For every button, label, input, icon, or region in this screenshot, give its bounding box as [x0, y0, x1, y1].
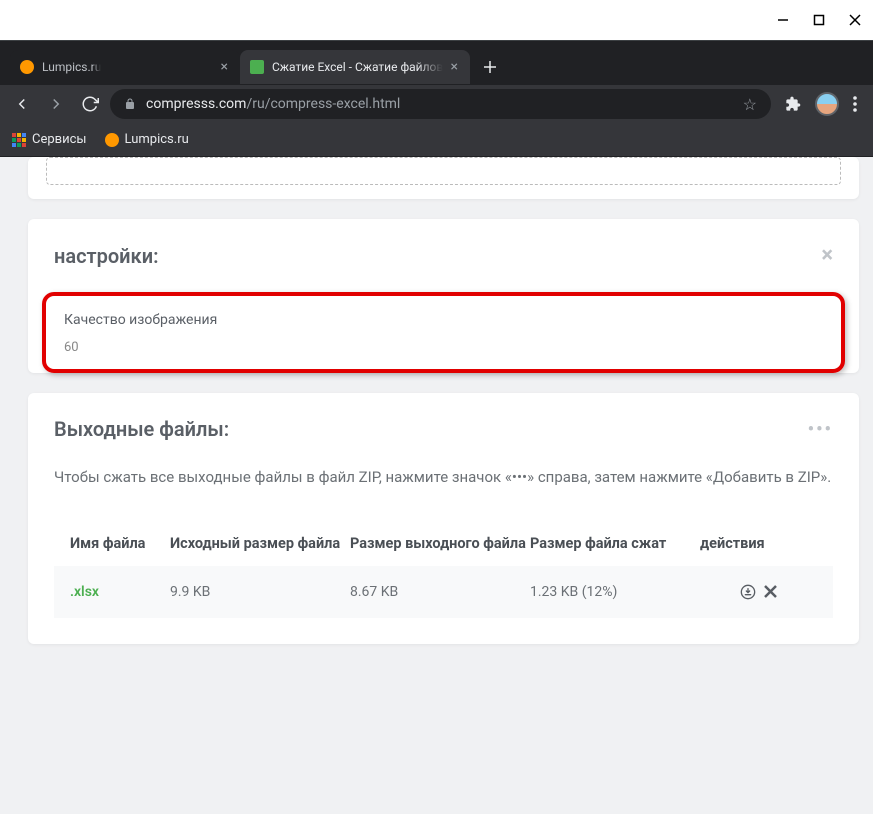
- os-window: Lumpics.ru × Сжатие Excel - Сжатие файло…: [0, 0, 873, 813]
- bookmark-label: Lumpics.ru: [125, 132, 189, 147]
- output-card: Выходные файлы: ••• Чтобы сжать все выхо…: [28, 393, 859, 644]
- page-content[interactable]: настройки: × Качество изображения 60 Вых…: [0, 157, 873, 814]
- tab-title: Сжатие Excel - Сжатие файлов X: [272, 60, 443, 74]
- kebab-menu-icon[interactable]: [853, 96, 857, 112]
- tab-compresss[interactable]: Сжатие Excel - Сжатие файлов X ×: [240, 50, 470, 84]
- close-icon[interactable]: ×: [821, 243, 833, 268]
- th-out-size: Размер выходного файла: [350, 535, 530, 552]
- nav-back-button[interactable]: [8, 90, 36, 118]
- table-header-row: Имя файла Исходный размер файла Размер в…: [54, 521, 833, 566]
- files-table: Имя файла Исходный размер файла Размер в…: [54, 521, 833, 618]
- tab-strip: Lumpics.ru × Сжатие Excel - Сжатие файло…: [0, 49, 873, 85]
- favicon-compresss: [250, 60, 264, 74]
- nav-forward-button[interactable]: [42, 90, 70, 118]
- bookmark-apps[interactable]: Сервисы: [12, 132, 87, 147]
- url-bar[interactable]: compresss.com/ru/compress-excel.html ☆: [110, 89, 771, 119]
- tab-close-icon[interactable]: ×: [221, 60, 228, 74]
- output-title: Выходные файлы:: [54, 417, 229, 441]
- upload-card: [28, 157, 859, 199]
- cell-compressed: 1.23 KB (12%): [530, 584, 700, 600]
- favicon-lumpics: [105, 133, 119, 147]
- dropzone[interactable]: [46, 157, 841, 185]
- output-hint-text: Чтобы сжать все выходные файлы в файл ZI…: [54, 465, 833, 491]
- th-filename: Имя файла: [70, 535, 170, 552]
- bookmark-star-icon[interactable]: ☆: [743, 95, 757, 114]
- tab-lumpics[interactable]: Lumpics.ru ×: [10, 50, 240, 84]
- tab-close-icon[interactable]: ×: [451, 60, 458, 74]
- settings-card: настройки: × Качество изображения 60: [28, 219, 859, 373]
- lock-icon: [124, 97, 136, 111]
- delete-icon[interactable]: [764, 585, 777, 598]
- settings-title: настройки:: [54, 244, 159, 268]
- window-close-button[interactable]: [849, 14, 861, 26]
- apps-grid-icon: [12, 133, 26, 147]
- bookmark-lumpics[interactable]: Lumpics.ru: [105, 132, 189, 147]
- tab-title: Lumpics.ru: [42, 60, 101, 74]
- favicon-lumpics: [20, 60, 34, 74]
- more-icon[interactable]: •••: [808, 419, 833, 440]
- th-actions: действия: [700, 535, 817, 552]
- bookmarks-bar: Сервисы Lumpics.ru: [0, 123, 873, 157]
- titlebar: [0, 0, 873, 40]
- window-minimize-button[interactable]: [777, 14, 789, 26]
- browser-chrome: Lumpics.ru × Сжатие Excel - Сжатие файло…: [0, 40, 873, 157]
- th-compressed: Размер файла сжат: [530, 535, 700, 552]
- profile-avatar[interactable]: [815, 92, 839, 116]
- quality-label: Качество изображения: [64, 312, 823, 328]
- extensions-icon[interactable]: [785, 96, 801, 112]
- cell-src-size: 9.9 KB: [170, 584, 350, 600]
- new-tab-button[interactable]: [476, 53, 504, 81]
- quality-value[interactable]: 60: [64, 340, 823, 355]
- file-link[interactable]: .xlsx: [70, 584, 99, 600]
- url-text: compresss.com/ru/compress-excel.html: [146, 96, 400, 112]
- th-src-size: Исходный размер файла: [170, 535, 350, 552]
- download-icon[interactable]: [740, 584, 756, 600]
- toolbar: compresss.com/ru/compress-excel.html ☆: [0, 85, 873, 123]
- nav-reload-button[interactable]: [76, 90, 104, 118]
- table-row: .xlsx 9.9 KB 8.67 KB 1.23 KB (12%): [54, 566, 833, 618]
- bookmark-label: Сервисы: [32, 132, 87, 147]
- quality-setting-highlight: Качество изображения 60: [42, 292, 845, 373]
- cell-out-size: 8.67 KB: [350, 584, 530, 600]
- window-maximize-button[interactable]: [813, 14, 825, 26]
